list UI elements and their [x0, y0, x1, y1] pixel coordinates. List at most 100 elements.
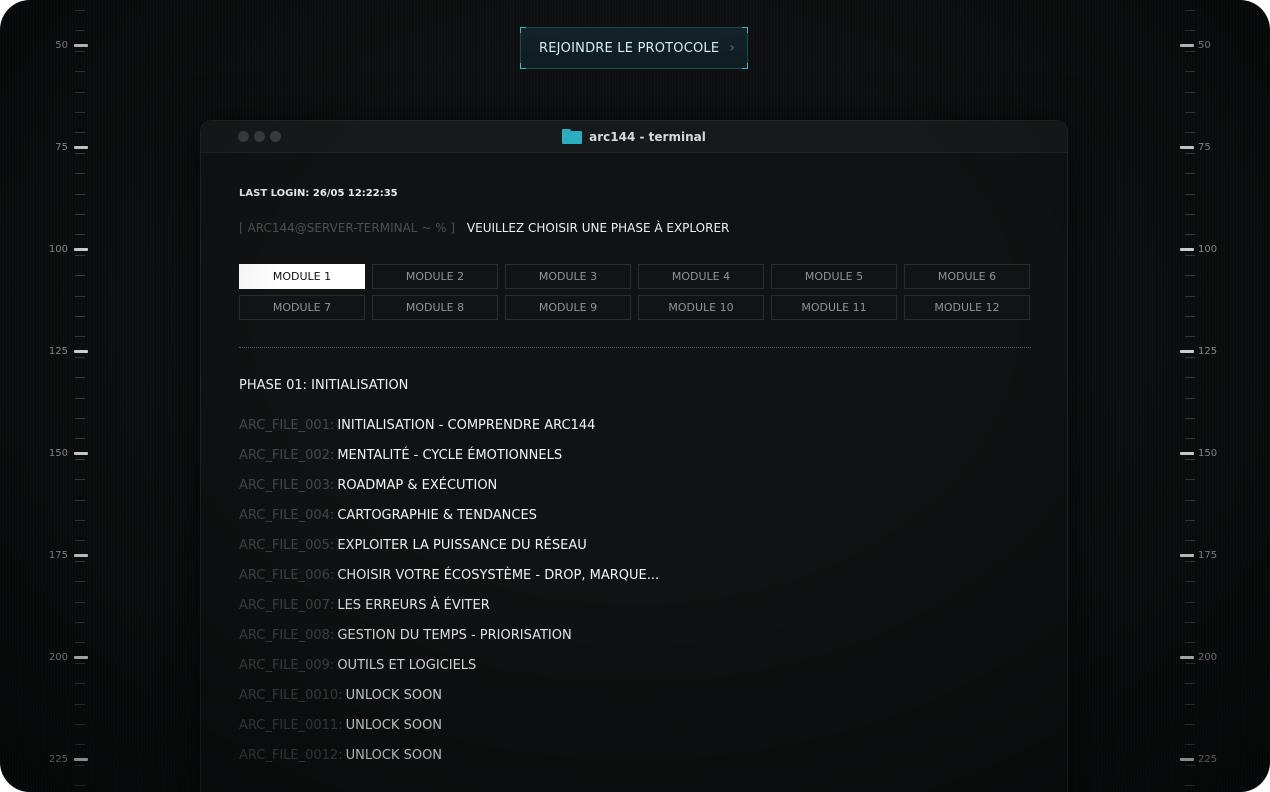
file-name: ROADMAP & EXÉCUTION: [337, 478, 498, 493]
file-name: MENTALITÉ - CYCLE ÉMOTIONNELS: [337, 448, 563, 463]
ruler-tick: [75, 479, 85, 480]
file-id: ARC_FILE_009:: [239, 658, 335, 673]
module-button-2[interactable]: MODULE 2: [372, 264, 498, 289]
join-protocol-label: REJOINDRE LE PROTOCOLE: [539, 40, 720, 56]
last-login: LAST LOGIN: 26/05 12:22:35: [239, 188, 398, 199]
file-item[interactable]: ARC_FILE_0010: UNLOCK SOON: [239, 688, 1031, 718]
ruler-tick: [75, 744, 85, 745]
module-button-10[interactable]: MODULE 10: [638, 295, 764, 320]
file-item[interactable]: ARC_FILE_0012: UNLOCK SOON: [239, 748, 1031, 778]
chevron-right-icon: ›: [729, 40, 735, 56]
ruler-tick: [75, 561, 85, 562]
ruler-tick: [1185, 173, 1195, 174]
ruler-tick: [75, 459, 85, 460]
ruler-tick: [1185, 663, 1195, 664]
ruler-tick: [1185, 336, 1195, 337]
ruler-tick: [1185, 540, 1195, 541]
ruler-tick: [1185, 704, 1195, 705]
module-button-1[interactable]: MODULE 1: [239, 264, 365, 289]
ruler-tick: [1185, 194, 1195, 195]
cta-corner: [520, 27, 526, 33]
cta-corner: [520, 63, 526, 69]
ruler-major-tick: [1180, 44, 1194, 47]
module-button-5[interactable]: MODULE 5: [771, 264, 897, 289]
ruler-label: 100: [48, 244, 68, 255]
ruler-tick: [75, 438, 85, 439]
file-item[interactable]: ARC_FILE_006: CHOISIR VOTRE ÉCOSYSTÈME - …: [239, 568, 1031, 598]
ruler-tick: [75, 663, 85, 664]
module-button-9[interactable]: MODULE 9: [505, 295, 631, 320]
file-list: ARC_FILE_001: INITIALISATION - COMPRENDRE…: [239, 418, 1031, 778]
file-item[interactable]: ARC_FILE_005: EXPLOITER LA PUISSANCE DU R…: [239, 538, 1031, 568]
ruler-tick: [75, 724, 85, 725]
module-selector: MODULE 1 MODULE 2 MODULE 3 MODULE 4 MODULE 5…: [239, 264, 1031, 320]
cta-corner: [742, 27, 748, 33]
file-name: UNLOCK SOON: [345, 748, 443, 763]
file-item[interactable]: ARC_FILE_007: LES ERREURS À ÉVITER: [239, 598, 1031, 628]
file-item[interactable]: ARC_FILE_003: ROADMAP & EXÉCUTION: [239, 478, 1031, 508]
ruler-major-tick: [74, 452, 88, 455]
ruler-tick: [75, 51, 85, 52]
ruler-tick: [75, 92, 85, 93]
ruler-major-tick: [74, 350, 88, 353]
file-item[interactable]: ARC_FILE_009: OUTILS ET LOGICIELS: [239, 658, 1031, 688]
ruler-label: 225: [1198, 754, 1218, 765]
ruler-tick: [1185, 132, 1195, 133]
join-protocol-button[interactable]: REJOINDRE LE PROTOCOLE ›: [520, 27, 748, 69]
file-item[interactable]: ARC_FILE_001: INITIALISATION - COMPRENDRE…: [239, 418, 1031, 448]
terminal-titlebar: arc144 - terminal: [201, 121, 1067, 153]
file-item[interactable]: ARC_FILE_002: MENTALITÉ - CYCLE ÉMOTIONNE…: [239, 448, 1031, 478]
ruler-label: 125: [48, 346, 68, 357]
ruler-tick: [1185, 765, 1195, 766]
module-button-12[interactable]: MODULE 12: [904, 295, 1030, 320]
ruler-tick: [1185, 316, 1195, 317]
file-id: ARC_FILE_005:: [239, 538, 335, 553]
ruler-tick: [1185, 92, 1195, 93]
file-item[interactable]: ARC_FILE_004: CARTOGRAPHIE & TENDANCES: [239, 508, 1031, 538]
ruler-tick: [75, 418, 85, 419]
ruler-tick: [75, 316, 85, 317]
file-name: CHOISIR VOTRE ÉCOSYSTÈME - DROP, MARQUE.…: [337, 568, 660, 583]
ruler-major-tick: [74, 554, 88, 557]
file-name: GESTION DU TEMPS - PRIORISATION: [337, 628, 572, 643]
ruler-label: 150: [1198, 448, 1218, 459]
ruler-label: 50: [1198, 40, 1211, 51]
ruler-tick: [75, 357, 85, 358]
phase-title: PHASE 01: INITIALISATION: [239, 378, 409, 393]
ruler-tick: [75, 683, 85, 684]
file-id: ARC_FILE_008:: [239, 628, 335, 643]
ruler-tick: [1185, 520, 1195, 521]
ruler-tick: [75, 30, 85, 31]
ruler-major-tick: [1180, 248, 1194, 251]
file-id: ARC_FILE_002:: [239, 448, 335, 463]
ruler-tick: [75, 214, 85, 215]
ruler-tick: [1185, 255, 1195, 256]
dotted-divider: [239, 347, 1031, 348]
module-button-7[interactable]: MODULE 7: [239, 295, 365, 320]
terminal-window: arc144 - terminal LAST LOGIN: 26/05 12:2…: [200, 120, 1068, 792]
ruler-label: 75: [55, 142, 68, 153]
ruler-tick: [75, 765, 85, 766]
ruler-tick: [1185, 112, 1195, 113]
cta-corner: [742, 63, 748, 69]
file-item[interactable]: ARC_FILE_008: GESTION DU TEMPS - PRIORISA…: [239, 628, 1031, 658]
module-button-8[interactable]: MODULE 8: [372, 295, 498, 320]
ruler-tick: [75, 377, 85, 378]
ruler-tick: [1185, 51, 1195, 52]
ruler-tick: [1185, 357, 1195, 358]
module-button-11[interactable]: MODULE 11: [771, 295, 897, 320]
ruler-tick: [1185, 581, 1195, 582]
file-id: ARC_FILE_0012:: [239, 748, 343, 763]
module-button-4[interactable]: MODULE 4: [638, 264, 764, 289]
file-name: UNLOCK SOON: [345, 688, 443, 703]
ruler-label: 200: [1198, 652, 1218, 663]
window-title: arc144 - terminal: [201, 129, 1067, 144]
file-item[interactable]: ARC_FILE_0011: UNLOCK SOON: [239, 718, 1031, 748]
ruler-tick: [75, 704, 85, 705]
ruler-major-tick: [1180, 452, 1194, 455]
file-name: EXPLOITER LA PUISSANCE DU RÉSEAU: [337, 538, 587, 553]
file-name: UNLOCK SOON: [345, 718, 443, 733]
ruler-tick: [75, 275, 85, 276]
module-button-3[interactable]: MODULE 3: [505, 264, 631, 289]
module-button-6[interactable]: MODULE 6: [904, 264, 1030, 289]
